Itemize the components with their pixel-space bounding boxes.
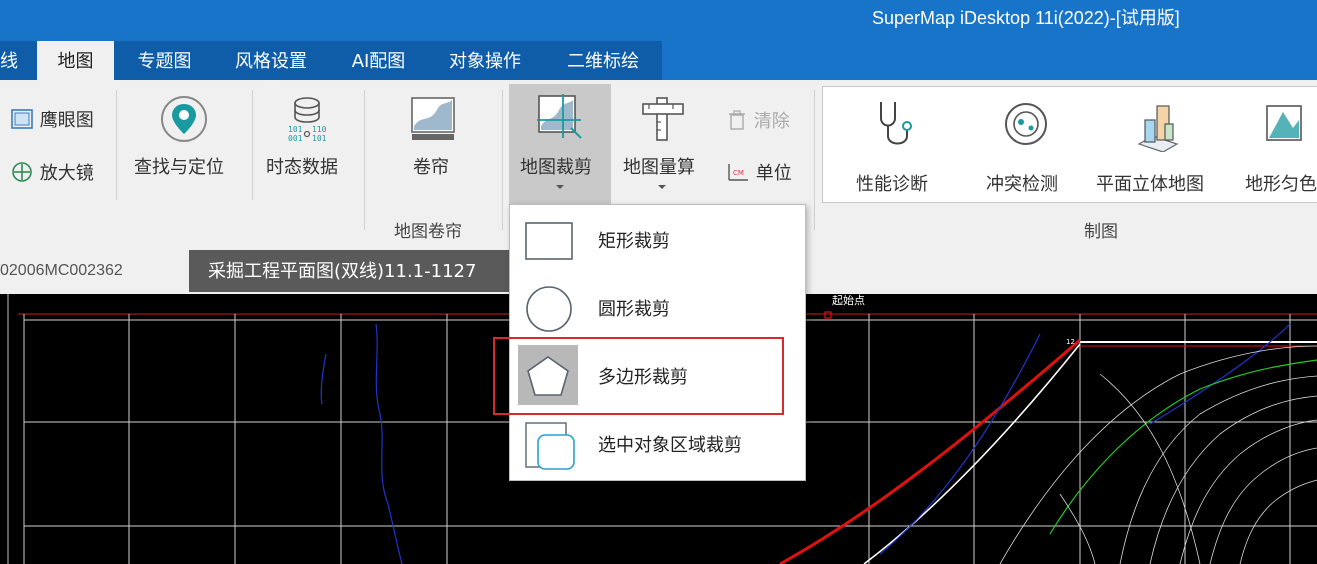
circle-clip-item[interactable]: 圆形裁剪	[510, 275, 805, 341]
doc-tab-inactive[interactable]: 02006MC002362	[0, 262, 123, 280]
ribbon-separator	[502, 90, 503, 230]
buildings-icon	[1137, 105, 1179, 153]
svg-text:110: 110	[312, 125, 327, 134]
svg-text:CM: CM	[733, 169, 744, 177]
map-node-label: 12	[1066, 338, 1075, 346]
tab-line[interactable]: 线	[0, 41, 20, 80]
selected-region-clip-label: 选中对象区域裁剪	[598, 435, 742, 456]
unit-label: 单位	[755, 163, 792, 184]
clear-button[interactable]: 清除	[726, 107, 790, 133]
map-clip-icon	[537, 94, 582, 139]
circle-icon	[526, 286, 572, 332]
find-locate-label: 查找与定位	[134, 157, 224, 178]
rectangle-icon	[525, 222, 573, 260]
location-pin-icon	[161, 96, 207, 142]
tab-map[interactable]: 地图	[37, 41, 114, 80]
selected-region-icon	[525, 422, 575, 470]
magnifier-button[interactable]: 放大镜	[10, 159, 94, 185]
database-icon: 101 110 001 101	[288, 97, 327, 143]
map-clip-dropdown-icon	[556, 185, 564, 189]
cartography-group-label: 制图	[1084, 222, 1118, 242]
map-point-label: 起始点	[832, 294, 865, 307]
clear-label: 清除	[753, 111, 790, 132]
plane-3d-map-label: 平面立体地图	[1096, 174, 1204, 195]
map-swipe-group-label: 地图卷帘	[394, 222, 462, 242]
performance-diagnosis-label: 性能诊断	[856, 174, 928, 195]
polygon-clip-label: 多边形裁剪	[598, 367, 688, 388]
svg-text:001: 001	[288, 134, 303, 143]
find-locate-button[interactable]	[124, 90, 244, 200]
tab-ai-mapping[interactable]: AI配图	[331, 41, 426, 80]
unit-ruler-icon: CM	[728, 164, 748, 181]
map-measure-button[interactable]	[616, 90, 712, 200]
polygon-icon	[527, 356, 569, 396]
eagle-eye-button[interactable]: 鹰眼图	[10, 106, 94, 132]
magnifier-label: 放大镜	[39, 163, 94, 184]
temporal-data-button[interactable]: 101 110 001 101	[258, 90, 356, 200]
map-measure-dropdown-icon	[658, 185, 666, 189]
terrain-icon	[1265, 105, 1302, 141]
unit-button[interactable]: CM 单位	[726, 159, 792, 185]
tab-object-operations[interactable]: 对象操作	[430, 41, 540, 80]
tab-thematic[interactable]: 专题图	[118, 41, 211, 80]
temporal-data-label: 时态数据	[266, 157, 338, 178]
doc-tab-active[interactable]: 采掘工程平面图(双线)11.1-1127	[189, 250, 509, 292]
map-clip-label: 地图裁剪	[520, 157, 592, 178]
trash-icon	[729, 110, 745, 130]
swipe-label: 卷帘	[413, 157, 449, 178]
ribbon-separator	[116, 90, 117, 200]
svg-text:101: 101	[288, 125, 303, 134]
ribbon-separator	[814, 90, 815, 230]
swipe-icon	[411, 97, 455, 140]
ruler-icon	[642, 97, 684, 141]
map-clip-menu: 矩形裁剪 圆形裁剪 多边形裁剪 选中对象区域裁剪	[509, 204, 806, 481]
swipe-button[interactable]	[396, 90, 470, 200]
rectangle-clip-item[interactable]: 矩形裁剪	[510, 207, 805, 273]
rectangle-clip-label: 矩形裁剪	[598, 231, 670, 252]
circle-clip-label: 圆形裁剪	[598, 299, 670, 320]
tab-style-settings[interactable]: 风格设置	[215, 41, 327, 80]
eagle-eye-icon	[11, 109, 33, 129]
ribbon-separator	[364, 90, 365, 230]
eagle-eye-label: 鹰眼图	[39, 110, 94, 131]
conflict-detect-icon	[1005, 103, 1047, 145]
ribbon-separator	[252, 90, 253, 200]
tab-2d-plotting[interactable]: 二维标绘	[546, 41, 660, 80]
stethoscope-icon	[880, 102, 912, 145]
polygon-clip-item[interactable]: 多边形裁剪	[510, 343, 805, 409]
map-measure-label: 地图量算	[623, 157, 695, 178]
conflict-detection-label: 冲突检测	[986, 174, 1058, 195]
selected-region-clip-item[interactable]: 选中对象区域裁剪	[510, 411, 805, 477]
window-title: SuperMap iDesktop 11i(2022)-[试用版]	[872, 8, 1180, 28]
magnifier-icon	[12, 162, 32, 182]
terrain-shading-label: 地形匀色	[1245, 174, 1317, 195]
svg-text:101: 101	[312, 134, 327, 143]
